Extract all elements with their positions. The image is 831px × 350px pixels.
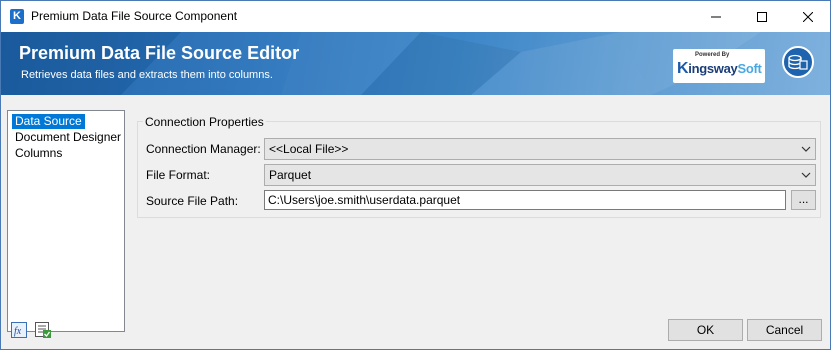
database-icon [782, 46, 814, 78]
close-button[interactable] [785, 1, 831, 32]
source-file-path-input[interactable]: C:\Users\joe.smith\userdata.parquet [264, 190, 786, 210]
file-format-select[interactable]: Parquet [264, 164, 816, 186]
nav-item-columns[interactable]: Columns [12, 146, 65, 161]
window-title: Premium Data File Source Component [31, 9, 238, 23]
app-icon: K [10, 9, 24, 24]
nav-item-data-source[interactable]: Data Source [12, 114, 85, 129]
source-file-path-value: C:\Users\joe.smith\userdata.parquet [268, 193, 461, 207]
ok-button[interactable]: OK [668, 319, 743, 341]
source-file-path-label: Source File Path: [146, 194, 239, 208]
brand-powered-by: Powered By [695, 52, 730, 58]
close-icon [803, 11, 813, 22]
connection-manager-value: <<Local File>> [269, 142, 349, 156]
nav-item-document-designer[interactable]: Document Designer [12, 130, 124, 145]
file-format-label: File Format: [146, 168, 211, 182]
title-bar[interactable]: K Premium Data File Source Component [1, 1, 830, 32]
header-banner: Premium Data File Source Editor Retrieve… [1, 32, 830, 95]
file-format-value: Parquet [269, 168, 312, 182]
dialog-window: K Premium Data File Source Component Pre… [0, 0, 831, 350]
banner-title: Premium Data File Source Editor [19, 43, 300, 63]
minimize-button[interactable] [693, 1, 739, 32]
minimize-icon [711, 16, 721, 17]
banner-subtitle: Retrieves data files and extracts them i… [21, 69, 273, 81]
variables-icon[interactable] [35, 322, 51, 338]
cancel-button[interactable]: Cancel [747, 319, 822, 341]
kingswaysoft-logo: Powered By KingswaySoft [673, 49, 765, 83]
maximize-icon [757, 11, 767, 22]
group-title: Connection Properties [143, 115, 266, 129]
connection-manager-select[interactable]: <<Local File>> [264, 138, 816, 160]
connection-manager-label: Connection Manager: [146, 142, 261, 156]
maximize-button[interactable] [739, 1, 785, 32]
chevron-down-icon [801, 172, 811, 178]
expression-icon[interactable]: fx [11, 322, 27, 338]
svg-text:fx: fx [14, 326, 22, 337]
chevron-down-icon [801, 146, 811, 152]
page-nav-list: Data Source Document Designer Columns [7, 110, 125, 332]
browse-button[interactable]: ... [791, 190, 816, 210]
brand-name: KingswaySoft [677, 60, 762, 77]
